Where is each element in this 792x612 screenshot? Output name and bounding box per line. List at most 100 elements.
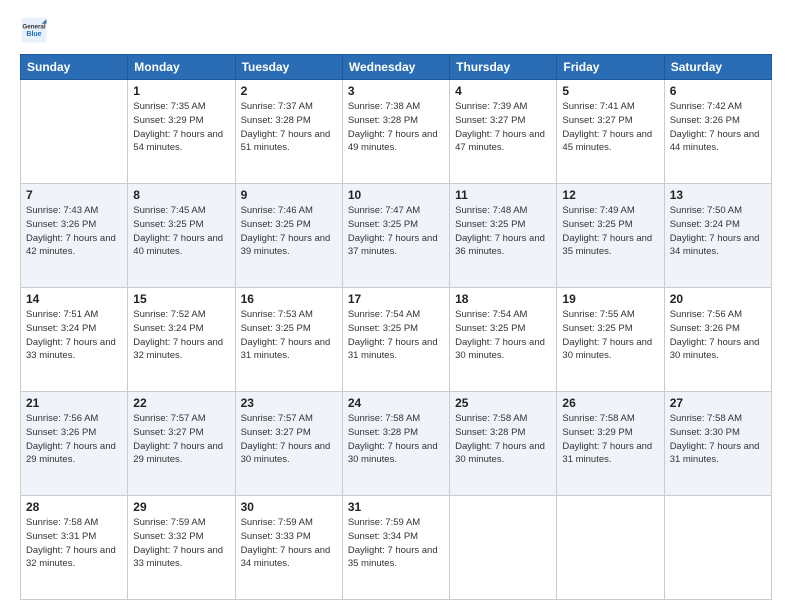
day-info: Sunrise: 7:57 AMSunset: 3:27 PMDaylight:…	[241, 412, 337, 467]
day-info: Sunrise: 7:48 AMSunset: 3:25 PMDaylight:…	[455, 204, 551, 259]
header: General Blue	[20, 16, 772, 44]
day-cell: 8 Sunrise: 7:45 AMSunset: 3:25 PMDayligh…	[128, 184, 235, 288]
day-number: 1	[133, 84, 229, 98]
day-number: 22	[133, 396, 229, 410]
day-number: 30	[241, 500, 337, 514]
day-number: 19	[562, 292, 658, 306]
day-cell: 18 Sunrise: 7:54 AMSunset: 3:25 PMDaylig…	[450, 288, 557, 392]
day-info: Sunrise: 7:54 AMSunset: 3:25 PMDaylight:…	[455, 308, 551, 363]
day-cell: 12 Sunrise: 7:49 AMSunset: 3:25 PMDaylig…	[557, 184, 664, 288]
day-number: 9	[241, 188, 337, 202]
day-info: Sunrise: 7:35 AMSunset: 3:29 PMDaylight:…	[133, 100, 229, 155]
day-info: Sunrise: 7:59 AMSunset: 3:34 PMDaylight:…	[348, 516, 444, 571]
day-number: 15	[133, 292, 229, 306]
day-cell: 5 Sunrise: 7:41 AMSunset: 3:27 PMDayligh…	[557, 80, 664, 184]
day-info: Sunrise: 7:46 AMSunset: 3:25 PMDaylight:…	[241, 204, 337, 259]
day-number: 8	[133, 188, 229, 202]
day-cell: 15 Sunrise: 7:52 AMSunset: 3:24 PMDaylig…	[128, 288, 235, 392]
weekday-header-row: SundayMondayTuesdayWednesdayThursdayFrid…	[21, 55, 772, 80]
day-info: Sunrise: 7:58 AMSunset: 3:28 PMDaylight:…	[348, 412, 444, 467]
day-info: Sunrise: 7:39 AMSunset: 3:27 PMDaylight:…	[455, 100, 551, 155]
day-cell: 1 Sunrise: 7:35 AMSunset: 3:29 PMDayligh…	[128, 80, 235, 184]
day-number: 3	[348, 84, 444, 98]
day-number: 11	[455, 188, 551, 202]
day-info: Sunrise: 7:45 AMSunset: 3:25 PMDaylight:…	[133, 204, 229, 259]
day-info: Sunrise: 7:59 AMSunset: 3:33 PMDaylight:…	[241, 516, 337, 571]
calendar-table: SundayMondayTuesdayWednesdayThursdayFrid…	[20, 54, 772, 600]
day-cell: 25 Sunrise: 7:58 AMSunset: 3:28 PMDaylig…	[450, 392, 557, 496]
day-info: Sunrise: 7:41 AMSunset: 3:27 PMDaylight:…	[562, 100, 658, 155]
day-number: 18	[455, 292, 551, 306]
day-cell: 4 Sunrise: 7:39 AMSunset: 3:27 PMDayligh…	[450, 80, 557, 184]
weekday-header-thursday: Thursday	[450, 55, 557, 80]
day-cell: 29 Sunrise: 7:59 AMSunset: 3:32 PMDaylig…	[128, 496, 235, 600]
day-number: 13	[670, 188, 766, 202]
week-row-2: 7 Sunrise: 7:43 AMSunset: 3:26 PMDayligh…	[21, 184, 772, 288]
day-info: Sunrise: 7:58 AMSunset: 3:29 PMDaylight:…	[562, 412, 658, 467]
day-cell: 11 Sunrise: 7:48 AMSunset: 3:25 PMDaylig…	[450, 184, 557, 288]
day-cell	[21, 80, 128, 184]
day-cell: 31 Sunrise: 7:59 AMSunset: 3:34 PMDaylig…	[342, 496, 449, 600]
weekday-header-wednesday: Wednesday	[342, 55, 449, 80]
day-number: 28	[26, 500, 122, 514]
weekday-header-saturday: Saturday	[664, 55, 771, 80]
page: General Blue SundayMondayTuesdayWednesda…	[0, 0, 792, 612]
day-cell: 7 Sunrise: 7:43 AMSunset: 3:26 PMDayligh…	[21, 184, 128, 288]
day-cell: 16 Sunrise: 7:53 AMSunset: 3:25 PMDaylig…	[235, 288, 342, 392]
day-number: 23	[241, 396, 337, 410]
day-info: Sunrise: 7:52 AMSunset: 3:24 PMDaylight:…	[133, 308, 229, 363]
day-info: Sunrise: 7:58 AMSunset: 3:28 PMDaylight:…	[455, 412, 551, 467]
day-cell: 3 Sunrise: 7:38 AMSunset: 3:28 PMDayligh…	[342, 80, 449, 184]
day-cell: 14 Sunrise: 7:51 AMSunset: 3:24 PMDaylig…	[21, 288, 128, 392]
day-number: 27	[670, 396, 766, 410]
day-cell: 19 Sunrise: 7:55 AMSunset: 3:25 PMDaylig…	[557, 288, 664, 392]
day-number: 5	[562, 84, 658, 98]
day-cell: 10 Sunrise: 7:47 AMSunset: 3:25 PMDaylig…	[342, 184, 449, 288]
week-row-4: 21 Sunrise: 7:56 AMSunset: 3:26 PMDaylig…	[21, 392, 772, 496]
day-number: 20	[670, 292, 766, 306]
day-cell: 24 Sunrise: 7:58 AMSunset: 3:28 PMDaylig…	[342, 392, 449, 496]
day-number: 24	[348, 396, 444, 410]
day-info: Sunrise: 7:37 AMSunset: 3:28 PMDaylight:…	[241, 100, 337, 155]
day-cell: 28 Sunrise: 7:58 AMSunset: 3:31 PMDaylig…	[21, 496, 128, 600]
day-cell: 17 Sunrise: 7:54 AMSunset: 3:25 PMDaylig…	[342, 288, 449, 392]
weekday-header-tuesday: Tuesday	[235, 55, 342, 80]
day-info: Sunrise: 7:58 AMSunset: 3:30 PMDaylight:…	[670, 412, 766, 467]
day-info: Sunrise: 7:50 AMSunset: 3:24 PMDaylight:…	[670, 204, 766, 259]
day-number: 25	[455, 396, 551, 410]
day-cell	[664, 496, 771, 600]
day-number: 2	[241, 84, 337, 98]
week-row-1: 1 Sunrise: 7:35 AMSunset: 3:29 PMDayligh…	[21, 80, 772, 184]
day-cell: 27 Sunrise: 7:58 AMSunset: 3:30 PMDaylig…	[664, 392, 771, 496]
day-cell: 21 Sunrise: 7:56 AMSunset: 3:26 PMDaylig…	[21, 392, 128, 496]
day-number: 16	[241, 292, 337, 306]
day-number: 14	[26, 292, 122, 306]
day-cell: 6 Sunrise: 7:42 AMSunset: 3:26 PMDayligh…	[664, 80, 771, 184]
svg-text:Blue: Blue	[26, 31, 41, 38]
day-number: 12	[562, 188, 658, 202]
day-number: 7	[26, 188, 122, 202]
day-number: 21	[26, 396, 122, 410]
logo-icon: General Blue	[20, 16, 48, 44]
day-info: Sunrise: 7:42 AMSunset: 3:26 PMDaylight:…	[670, 100, 766, 155]
day-info: Sunrise: 7:57 AMSunset: 3:27 PMDaylight:…	[133, 412, 229, 467]
day-info: Sunrise: 7:54 AMSunset: 3:25 PMDaylight:…	[348, 308, 444, 363]
day-info: Sunrise: 7:58 AMSunset: 3:31 PMDaylight:…	[26, 516, 122, 571]
logo: General Blue	[20, 16, 48, 44]
day-cell	[557, 496, 664, 600]
day-cell: 22 Sunrise: 7:57 AMSunset: 3:27 PMDaylig…	[128, 392, 235, 496]
day-info: Sunrise: 7:49 AMSunset: 3:25 PMDaylight:…	[562, 204, 658, 259]
day-number: 31	[348, 500, 444, 514]
day-cell: 13 Sunrise: 7:50 AMSunset: 3:24 PMDaylig…	[664, 184, 771, 288]
svg-text:General: General	[22, 23, 45, 30]
week-row-3: 14 Sunrise: 7:51 AMSunset: 3:24 PMDaylig…	[21, 288, 772, 392]
day-info: Sunrise: 7:51 AMSunset: 3:24 PMDaylight:…	[26, 308, 122, 363]
day-number: 29	[133, 500, 229, 514]
weekday-header-friday: Friday	[557, 55, 664, 80]
weekday-header-sunday: Sunday	[21, 55, 128, 80]
day-number: 10	[348, 188, 444, 202]
day-info: Sunrise: 7:53 AMSunset: 3:25 PMDaylight:…	[241, 308, 337, 363]
day-number: 26	[562, 396, 658, 410]
day-info: Sunrise: 7:56 AMSunset: 3:26 PMDaylight:…	[26, 412, 122, 467]
day-info: Sunrise: 7:55 AMSunset: 3:25 PMDaylight:…	[562, 308, 658, 363]
